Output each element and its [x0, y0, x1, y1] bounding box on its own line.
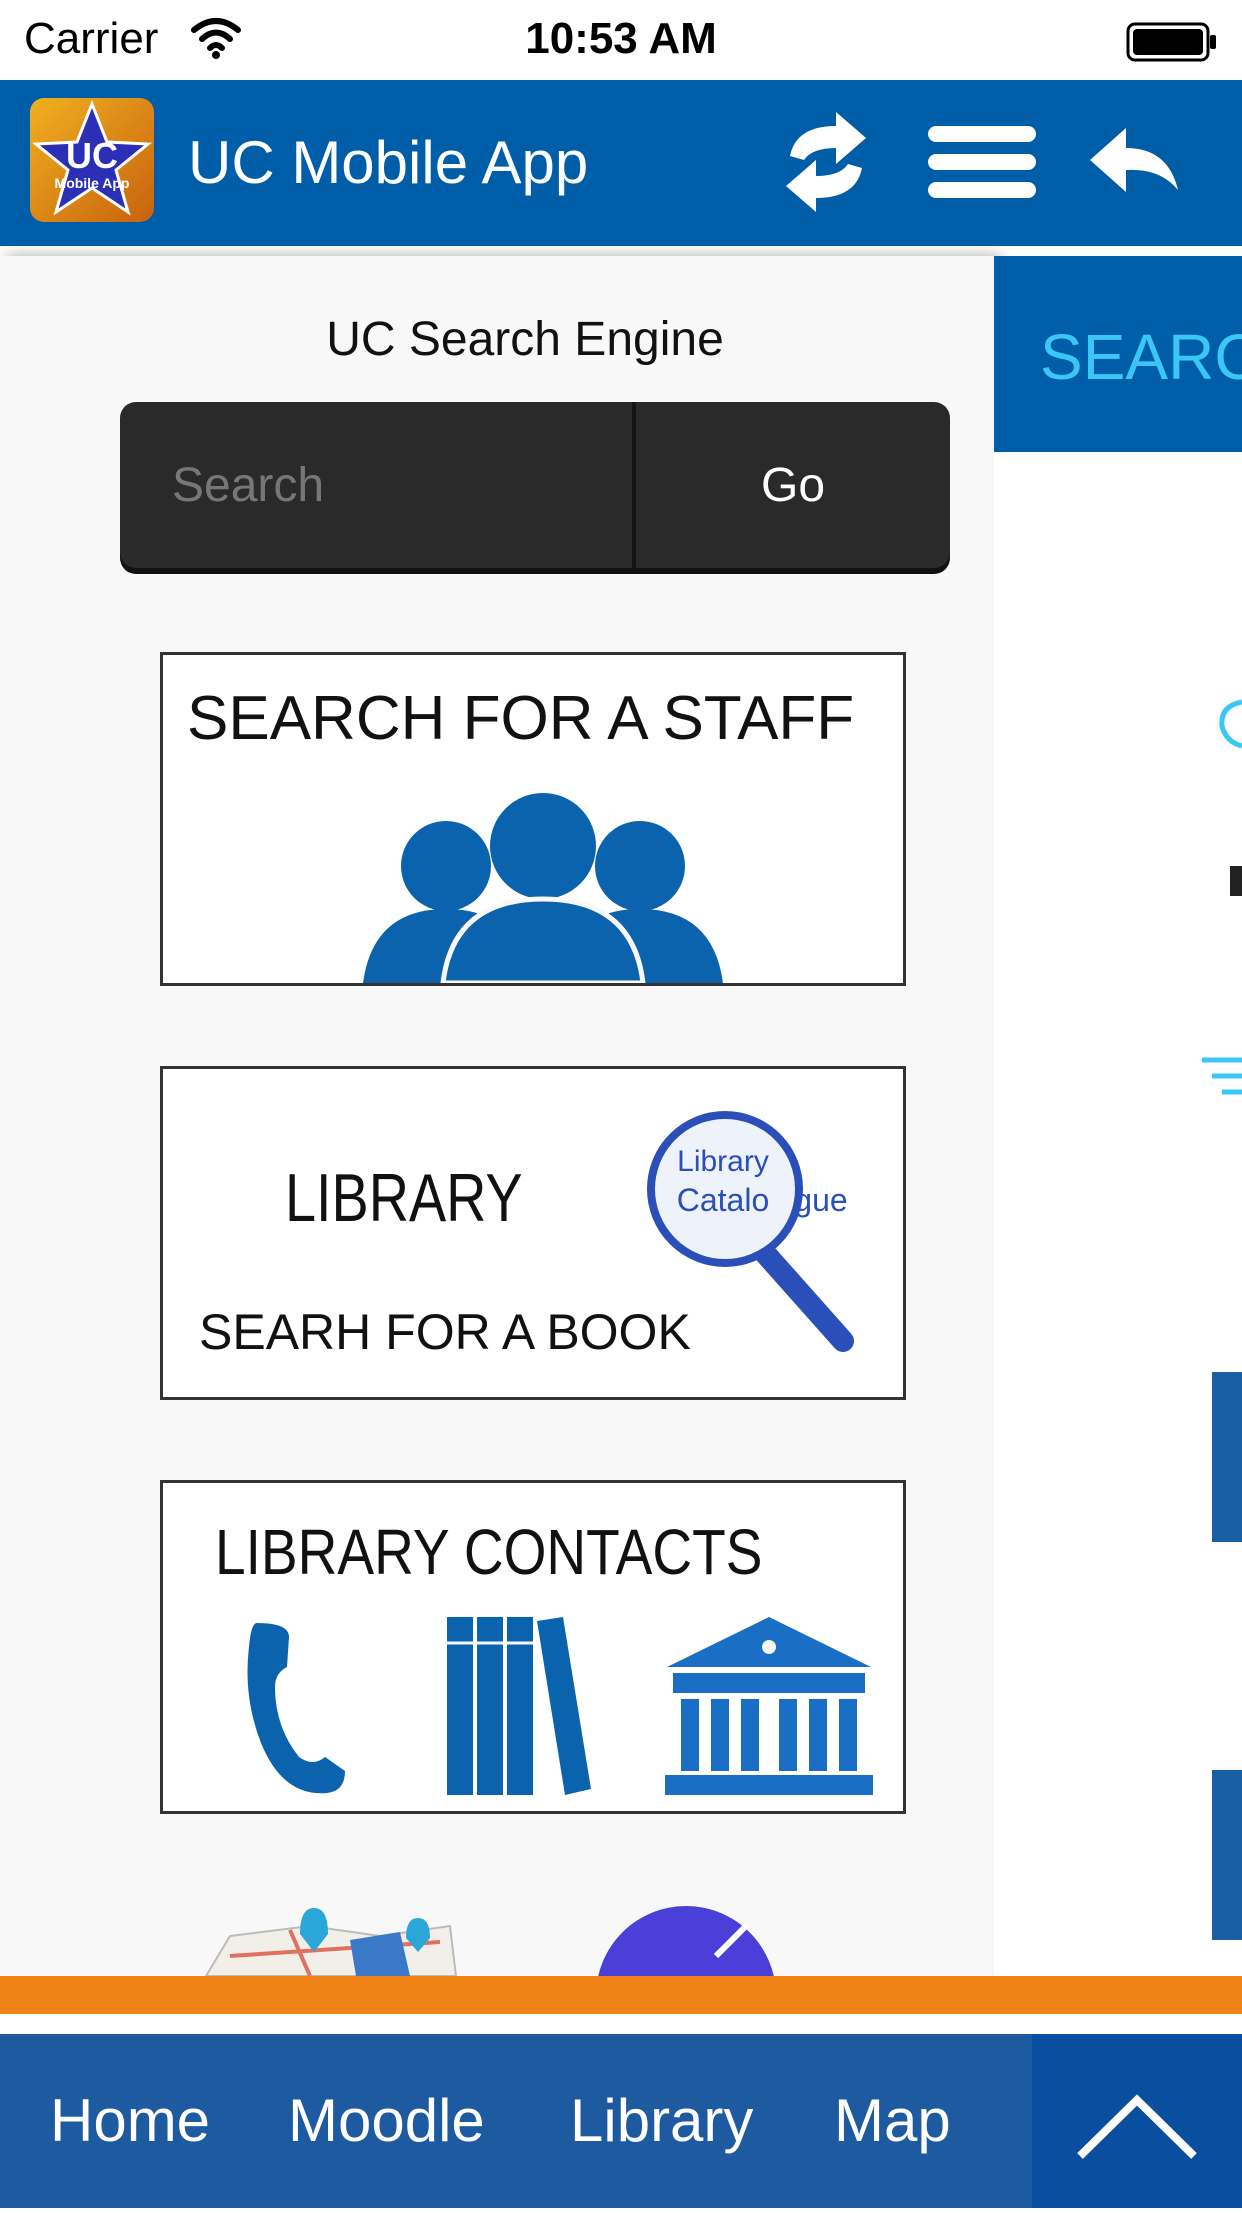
- secondary-panel-title: SEARC: [1040, 321, 1242, 393]
- clock: 10:53 AM: [525, 14, 717, 63]
- phone-icon: [247, 1623, 345, 1794]
- books-icon: [447, 1617, 591, 1795]
- nav-item-moodle[interactable]: Moodle: [288, 2034, 485, 2208]
- go-button[interactable]: Go: [636, 402, 950, 568]
- partial-speed-icon: [1202, 1057, 1242, 1095]
- partial-cyan-icon: [1219, 699, 1242, 749]
- spacer: [0, 2014, 1242, 2034]
- library-building-icon: [665, 1617, 873, 1795]
- partial-blue-tile: [1212, 1770, 1242, 1940]
- nav-item-library[interactable]: Library: [570, 2034, 753, 2208]
- staff-group-icon: [363, 793, 723, 983]
- contacts-tile-title: LIBRARY CONTACTS: [215, 1516, 763, 1588]
- search-bar: Go: [120, 402, 950, 568]
- scroll-up-button[interactable]: [1032, 2034, 1242, 2208]
- secondary-panel-header: SEARC: [994, 256, 1242, 452]
- bottom-nav: Home Moodle Library Map: [0, 2034, 1032, 2208]
- lens-text-gue: gue: [794, 1182, 847, 1218]
- nav-item-map[interactable]: Map: [834, 2034, 951, 2208]
- partial-blue-tile: [1212, 1372, 1242, 1542]
- app-logo: UC Mobile App: [30, 98, 154, 222]
- campus-map-icon[interactable]: [200, 1896, 460, 1976]
- campus-news-icon[interactable]: [596, 1896, 776, 1976]
- logo-text-uc: UC: [66, 135, 118, 176]
- search-engine-title: UC Search Engine: [326, 313, 724, 366]
- library-catalogue-magnifier-icon: Library Catalo gue: [647, 1111, 854, 1352]
- library-tile-title: LIBRARY: [285, 1160, 523, 1236]
- search-staff-tile[interactable]: SEARCH FOR A STAFF: [160, 652, 906, 986]
- refresh-icon[interactable]: [776, 106, 876, 218]
- back-icon[interactable]: [1086, 106, 1182, 218]
- lens-text-catalo: Catalo: [677, 1182, 770, 1218]
- lens-text-library: Library: [677, 1145, 769, 1178]
- nav-item-home[interactable]: Home: [50, 2034, 210, 2208]
- app-header: UC Mobile App UC Mobile App: [0, 80, 1242, 246]
- staff-tile-title: SEARCH FOR A STAFF: [187, 684, 855, 753]
- library-tile-subtitle: SEARH FOR A BOOK: [199, 1304, 691, 1360]
- secondary-panel: SEARC: [994, 256, 1242, 1976]
- status-bar: Carrier 10:53 AM: [0, 0, 1242, 80]
- search-input[interactable]: [120, 402, 632, 568]
- logo-text-mobile: Mobile App: [55, 175, 130, 191]
- chevron-up-icon: [1077, 2094, 1197, 2159]
- partial-text-fragment: [1230, 866, 1242, 896]
- search-panel[interactable]: UC Search Engine Go SEARCH FOR A STAFF L…: [0, 256, 994, 1976]
- menu-icon[interactable]: [926, 106, 1038, 218]
- library-contacts-tile[interactable]: LIBRARY CONTACTS: [160, 1480, 906, 1814]
- battery-icon: [1126, 22, 1216, 62]
- accent-divider: [0, 1976, 1242, 2014]
- app-title: UC Mobile App: [188, 129, 589, 196]
- library-search-tile[interactable]: LIBRARY SEARH FOR A BOOK Library Catalo …: [160, 1066, 906, 1400]
